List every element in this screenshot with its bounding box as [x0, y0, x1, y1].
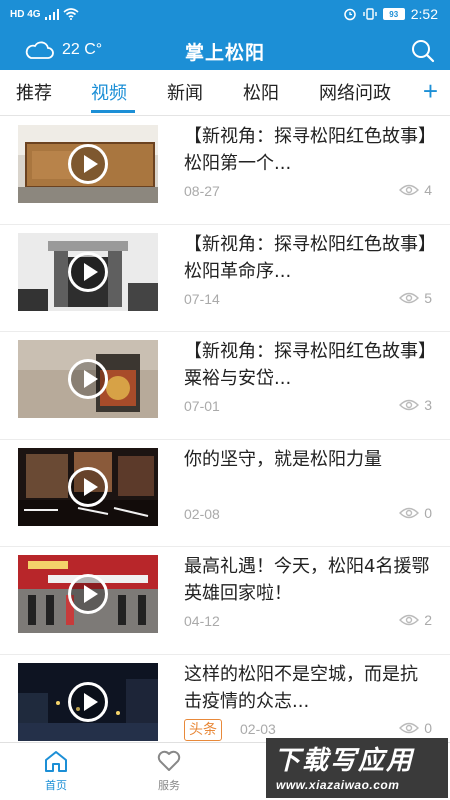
eye-icon: [399, 507, 420, 518]
network-label: HD 4G: [10, 8, 41, 20]
view-count-value: 3: [424, 397, 432, 413]
watermark-url: www.xiazaiwao.com: [276, 778, 400, 792]
video-title[interactable]: 【新视角：探寻松阳红色故事】松阳第一个...: [184, 123, 434, 177]
search-icon[interactable]: [410, 38, 436, 64]
nav-service[interactable]: 服务: [139, 749, 199, 793]
publish-date: 02-03: [240, 720, 276, 737]
view-count: 0: [399, 505, 432, 521]
watermark-logo: 下载写应用 www.xiazaiwao.com: [266, 738, 448, 798]
network-indicator: HD 4G: [10, 8, 79, 20]
nav-service-label: 服务: [158, 779, 180, 792]
clock: 2:52: [410, 6, 438, 22]
view-count-value: 2: [424, 612, 432, 628]
video-title[interactable]: 这样的松阳不是空城，而是抗击疫情的众志...: [184, 661, 434, 715]
video-thumbnail[interactable]: [18, 447, 158, 526]
eye-icon: [399, 614, 420, 626]
add-channel-button[interactable]: +: [423, 76, 438, 107]
tab-recommend[interactable]: 推荐: [16, 79, 52, 105]
play-icon: [68, 359, 108, 399]
play-icon: [68, 144, 108, 184]
video-thumbnail[interactable]: [18, 232, 158, 311]
list-item[interactable]: 你的坚守，就是松阳力量 02-08 0: [0, 440, 450, 547]
publish-date: 08-27: [184, 183, 220, 199]
signal-icon: [44, 8, 59, 20]
vibrate-icon: [363, 8, 377, 20]
view-count: 5: [399, 290, 432, 306]
heart-icon: [157, 750, 181, 771]
publish-date: 07-14: [184, 290, 220, 307]
app-screen: HD 4G 93 2:52 22 C° 掌上松阳 推荐 视频 新闻 松阳 网络问…: [0, 0, 450, 800]
list-item[interactable]: 【新视角：探寻松阳红色故事】松阳革命序... 07-14 5: [0, 225, 450, 332]
publish-date: 02-08: [184, 505, 220, 522]
video-title[interactable]: 最高礼遇！今天，松阳4名援鄂英雄回家啦！: [184, 553, 434, 607]
tab-video[interactable]: 视频: [91, 79, 127, 105]
play-icon: [68, 251, 108, 292]
list-item[interactable]: 【新视角：探寻松阳红色故事】松阳第一个... 08-27 4: [0, 117, 450, 225]
video-title[interactable]: 【新视角：探寻松阳红色故事】松阳革命序...: [184, 231, 434, 285]
list-item[interactable]: 最高礼遇！今天，松阳4名援鄂英雄回家啦！ 04-12 2: [0, 547, 450, 655]
status-bar: HD 4G 93 2:52: [0, 0, 450, 32]
watermark-text: 下载写应用: [274, 746, 415, 776]
headline-badge: 头条: [184, 718, 222, 741]
tab-songyang[interactable]: 松阳: [243, 79, 279, 105]
nav-home-label: 首页: [45, 779, 67, 792]
wifi-icon: [63, 8, 79, 20]
video-title[interactable]: 你的坚守，就是松阳力量: [184, 446, 434, 473]
view-count: 4: [399, 182, 432, 198]
view-count: 3: [399, 397, 432, 413]
active-tab-indicator: [91, 110, 135, 113]
tab-online-inquiry[interactable]: 网络问政: [319, 79, 391, 105]
eye-icon: [399, 292, 420, 303]
eye-icon: [399, 399, 420, 411]
play-icon: [68, 681, 108, 722]
play-icon: [68, 466, 108, 507]
view-count-value: 4: [424, 182, 432, 198]
battery-level: 93: [382, 8, 405, 20]
view-count: 0: [399, 720, 432, 736]
publish-date: 04-12: [184, 613, 220, 629]
video-list: 【新视角：探寻松阳红色故事】松阳第一个... 08-27 4 【新视角：探寻松阳…: [0, 117, 450, 762]
alarm-icon: [344, 8, 356, 21]
view-count-value: 0: [424, 719, 432, 736]
page-title: 掌上松阳: [184, 42, 265, 64]
status-right: 93 2:52: [343, 6, 438, 22]
view-count: 2: [399, 612, 432, 628]
video-thumbnail[interactable]: [18, 340, 158, 418]
view-count-value: 0: [424, 504, 432, 521]
publish-date: 07-01: [184, 398, 220, 414]
eye-icon: [399, 184, 420, 196]
play-icon: [68, 574, 108, 614]
tab-news[interactable]: 新闻: [167, 79, 203, 105]
home-icon: [45, 751, 67, 772]
video-thumbnail[interactable]: [18, 125, 158, 203]
eye-icon: [399, 722, 420, 733]
category-tabs: 推荐 视频 新闻 松阳 网络问政 +: [0, 70, 450, 116]
view-count-value: 5: [424, 289, 432, 306]
list-item[interactable]: 【新视角：探寻松阳红色故事】粟裕与安岱... 07-01 3: [0, 332, 450, 440]
nav-home[interactable]: 首页: [26, 749, 86, 793]
video-title[interactable]: 【新视角：探寻松阳红色故事】粟裕与安岱...: [184, 338, 434, 392]
video-thumbnail[interactable]: [18, 662, 158, 741]
video-thumbnail[interactable]: [18, 555, 158, 633]
app-header: 22 C° 掌上松阳: [0, 32, 450, 70]
